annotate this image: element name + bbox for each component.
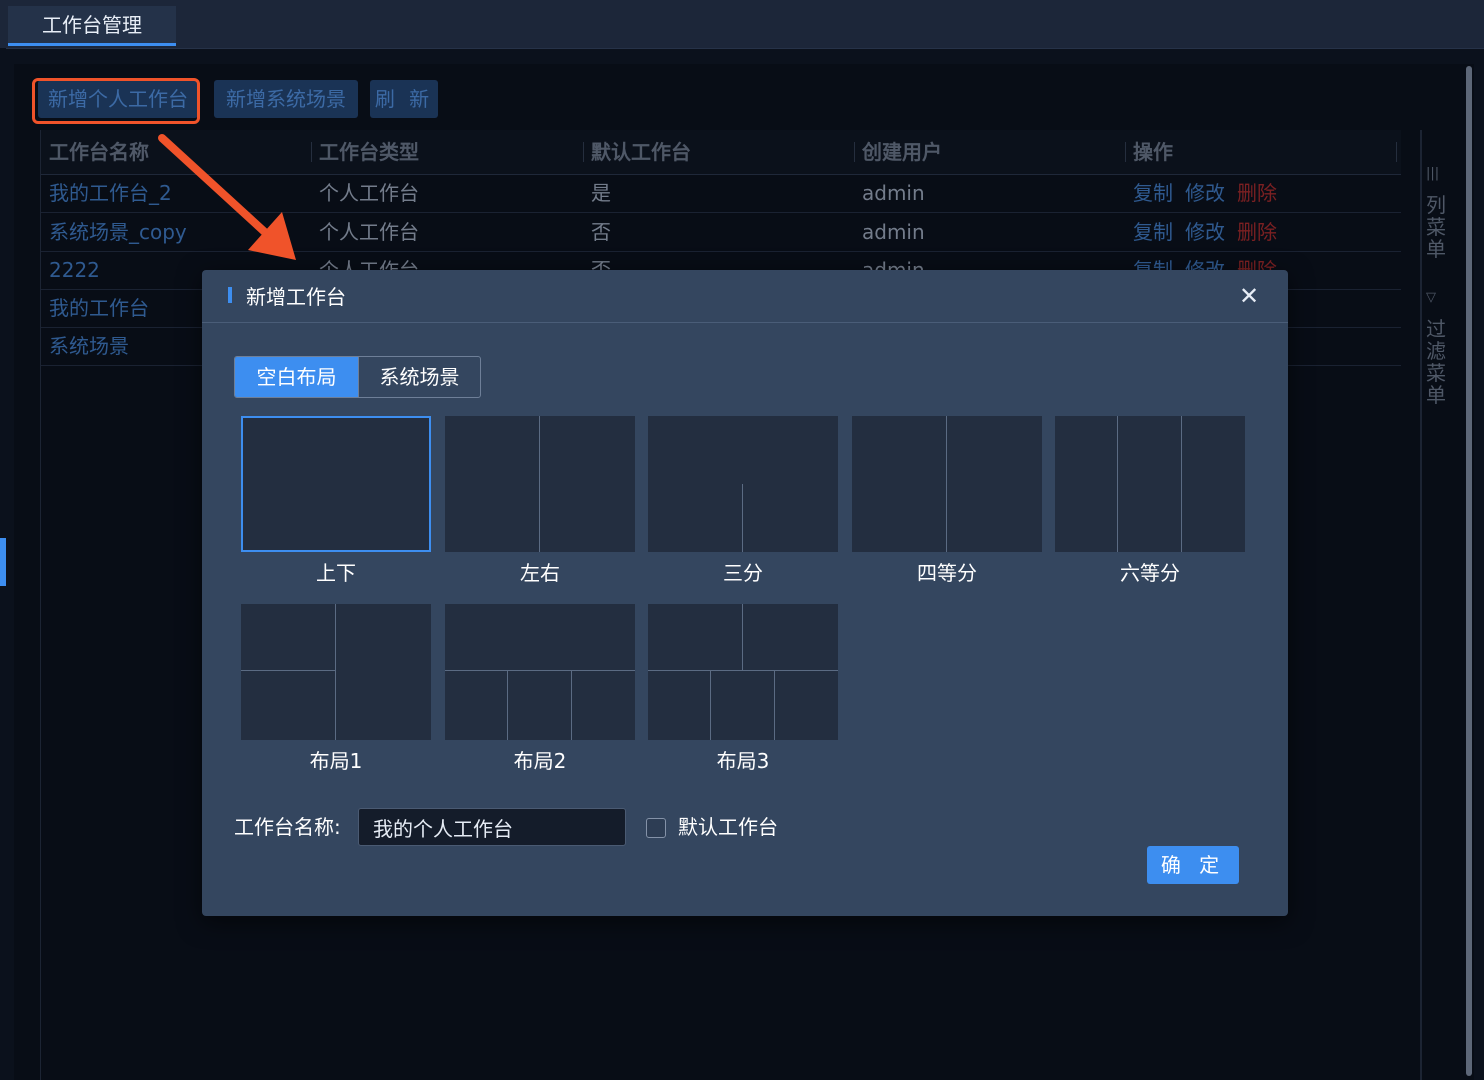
table-header: 工作台名称 工作台类型 默认工作台 创建用户 操作	[41, 130, 1401, 175]
layout-tile-layout-2[interactable]	[445, 604, 635, 740]
left-nav-active-marker	[0, 538, 6, 586]
layout-label: 布局3	[716, 749, 770, 773]
layout-tile-six-equal[interactable]	[1055, 416, 1245, 552]
workbench-name-label: 工作台名称:	[234, 815, 341, 839]
column-header-name[interactable]: 工作台名称	[49, 130, 149, 174]
layout-tile-top-bottom[interactable]	[241, 416, 431, 552]
column-header-actions: 操作	[1133, 140, 1173, 164]
copy-link[interactable]: 复制	[1133, 174, 1173, 212]
tab-blank-layout[interactable]: 空白布局	[235, 357, 358, 397]
tab-workbench-management[interactable]: 工作台管理	[8, 6, 176, 46]
confirm-button[interactable]: 确 定	[1147, 846, 1239, 884]
top-tab-bar: 工作台管理	[0, 0, 1484, 49]
scrollbar-thumb[interactable]	[1466, 66, 1472, 1076]
layout-divider	[539, 416, 540, 552]
cell-type: 个人工作台	[319, 181, 419, 205]
column-header-user[interactable]: 创建用户	[862, 130, 942, 174]
layout-tile-layout-1[interactable]	[241, 604, 431, 740]
page-scrollbar[interactable]	[1464, 64, 1474, 1080]
layout-divider	[946, 416, 947, 552]
edit-link[interactable]: 修改	[1185, 174, 1225, 212]
layout-label: 布局2	[513, 749, 567, 773]
column-divider[interactable]	[1396, 142, 1397, 162]
delete-link[interactable]: 删除	[1237, 213, 1277, 251]
layout-divider	[648, 670, 838, 671]
layout-source-toggle: 空白布局 系统场景	[234, 356, 481, 398]
layout-label: 四等分	[917, 561, 977, 585]
layout-divider	[1181, 416, 1182, 552]
copy-link[interactable]: 复制	[1133, 213, 1173, 251]
cell-name[interactable]: 系统场景_copy	[49, 213, 187, 251]
cell-name[interactable]: 2222	[49, 251, 100, 289]
tab-system-scene[interactable]: 系统场景	[358, 357, 480, 397]
layout-tile-four-equal[interactable]	[852, 416, 1042, 552]
layout-tile-left-right[interactable]	[445, 416, 635, 552]
default-workbench-label[interactable]: 默认工作台	[678, 814, 778, 840]
title-accent-bar	[228, 287, 232, 303]
layout-divider	[742, 484, 743, 552]
layout-divider	[571, 670, 572, 740]
layout-divider	[507, 670, 508, 740]
column-divider[interactable]	[311, 142, 312, 162]
layout-divider	[774, 670, 775, 740]
cell-name[interactable]: 系统场景	[49, 327, 129, 365]
cell-name[interactable]: 我的工作台	[49, 289, 149, 327]
layout-label: 上下	[316, 561, 356, 585]
column-divider[interactable]	[583, 142, 584, 162]
columns-icon[interactable]: |||	[1426, 166, 1439, 181]
column-header-default[interactable]: 默认工作台	[591, 130, 691, 174]
table-row[interactable]: 系统场景_copy 个人工作台 否 admin 复制 修改 删除	[41, 213, 1401, 252]
close-icon[interactable]: ✕	[1238, 284, 1260, 308]
layout-label: 六等分	[1120, 561, 1180, 585]
column-header-type[interactable]: 工作台类型	[319, 130, 419, 174]
layout-divider	[445, 670, 635, 671]
column-divider[interactable]	[854, 142, 855, 162]
column-divider[interactable]	[1125, 142, 1126, 162]
cell-user: admin	[862, 220, 925, 244]
cell-name[interactable]: 我的工作台_2	[49, 174, 172, 212]
delete-link[interactable]: 删除	[1237, 174, 1277, 212]
layout-label: 三分	[723, 561, 763, 585]
cell-default: 是	[591, 181, 611, 205]
layout-label: 布局1	[309, 749, 363, 773]
filter-icon[interactable]: ▽	[1426, 290, 1436, 305]
layout-label: 左右	[520, 561, 560, 585]
add-workbench-dialog: 新增工作台 ✕ 空白布局 系统场景 上下 左右 三分 四等分 六等分 布局1 布…	[202, 270, 1288, 916]
layout-divider	[742, 604, 743, 670]
cell-type: 个人工作台	[319, 220, 419, 244]
layout-divider	[241, 670, 335, 671]
side-menu-panel: ||| 列菜单 ▽ 过滤菜单	[1420, 130, 1451, 1080]
layout-divider	[1117, 416, 1118, 552]
dialog-header: 新增工作台 ✕	[202, 270, 1288, 323]
filter-menu-tab[interactable]: 过滤菜单	[1425, 318, 1447, 406]
workbench-name-input[interactable]	[358, 808, 626, 846]
column-menu-tab[interactable]: 列菜单	[1425, 194, 1447, 260]
layout-tile-three-split[interactable]	[648, 416, 838, 552]
add-system-scene-button[interactable]: 新增系统场景	[214, 80, 358, 118]
layout-divider	[335, 604, 336, 740]
annotation-highlight-box	[32, 78, 200, 124]
cell-user: admin	[862, 181, 925, 205]
default-workbench-checkbox[interactable]	[646, 818, 666, 838]
table-row[interactable]: 我的工作台_2 个人工作台 是 admin 复制 修改 删除	[41, 174, 1401, 213]
cell-default: 否	[591, 220, 611, 244]
refresh-button[interactable]: 刷 新	[370, 80, 438, 118]
layout-divider	[710, 670, 711, 740]
dialog-title: 新增工作台	[246, 285, 346, 309]
edit-link[interactable]: 修改	[1185, 213, 1225, 251]
layout-tile-layout-3[interactable]	[648, 604, 838, 740]
